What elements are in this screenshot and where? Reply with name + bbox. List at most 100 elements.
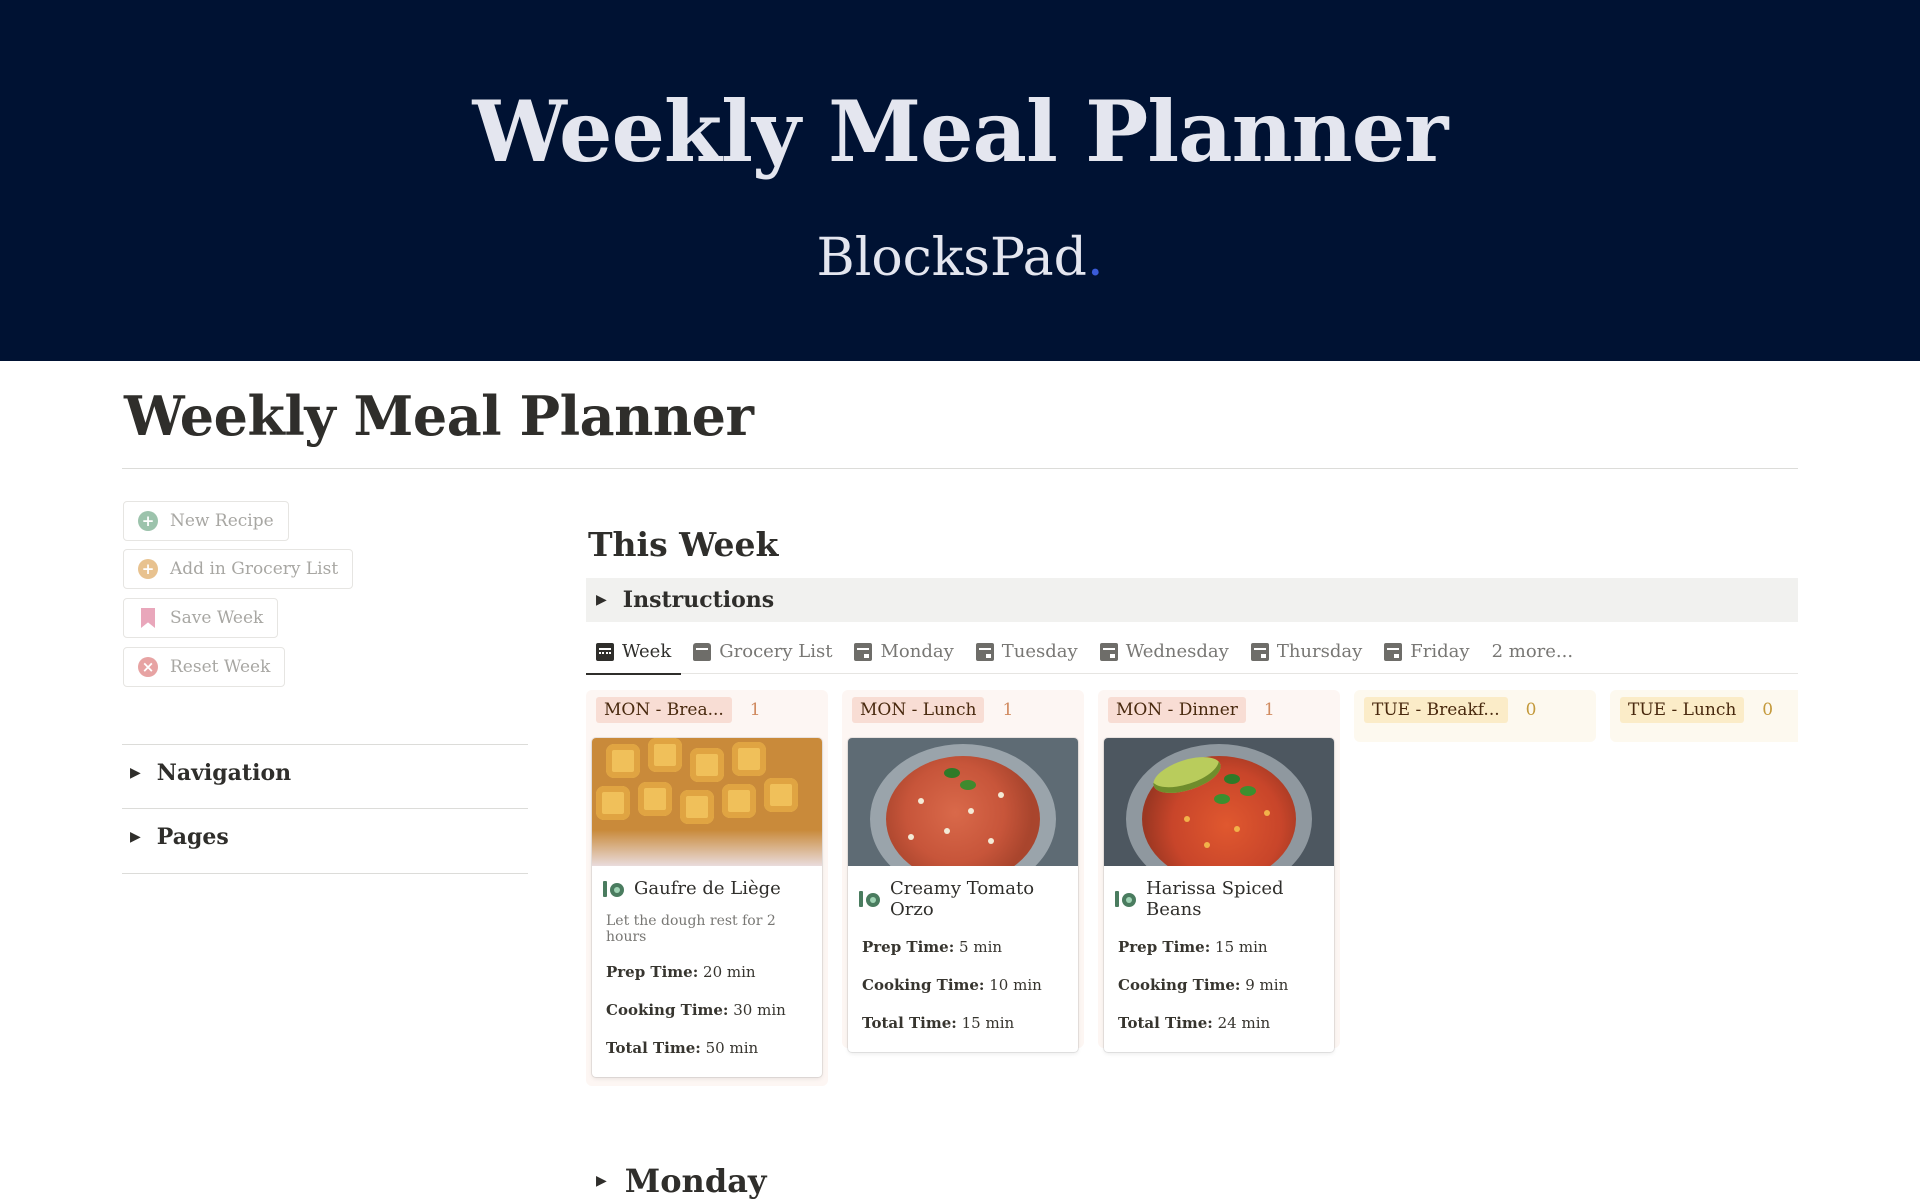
tab-label: Friday bbox=[1410, 641, 1470, 662]
board-column-mon-dinner: MON - Dinner 1 Harissa Spiced Beans Prep… bbox=[1098, 690, 1340, 1052]
calendar-icon bbox=[975, 642, 994, 661]
prop-value: 5 min bbox=[959, 938, 1003, 956]
triangle-right-icon: ▶ bbox=[130, 829, 141, 845]
cover-banner: Weekly Meal Planner BlocksPad. bbox=[0, 0, 1920, 361]
prop-value: 10 min bbox=[989, 976, 1042, 994]
column-tag[interactable]: TUE - Lunch bbox=[1620, 697, 1745, 723]
add-grocery-button[interactable]: + Add in Grocery List bbox=[123, 549, 354, 589]
tab-wednesday[interactable]: Wednesday bbox=[1099, 630, 1229, 674]
recipe-image bbox=[848, 738, 1078, 866]
pages-label: Pages bbox=[156, 824, 229, 850]
column-tag[interactable]: TUE - Breakf... bbox=[1364, 697, 1508, 723]
calendar-grid-icon bbox=[596, 642, 614, 661]
tabs-more-button[interactable]: 2 more... bbox=[1492, 630, 1574, 674]
prop-label: Total Time: bbox=[606, 1039, 701, 1057]
prop-label: Total Time: bbox=[1118, 1014, 1213, 1032]
prep-time: Prep Time: 20 min bbox=[592, 953, 822, 991]
column-tag[interactable]: MON - Brea... bbox=[596, 697, 732, 723]
calendar-icon bbox=[1384, 642, 1403, 661]
recipe-card[interactable]: Harissa Spiced Beans Prep Time: 15 min C… bbox=[1104, 738, 1334, 1052]
brand-dot: . bbox=[1086, 228, 1104, 288]
navigation-label: Navigation bbox=[156, 760, 292, 786]
fork-plate-icon bbox=[858, 889, 880, 909]
recipe-image bbox=[592, 738, 822, 866]
board-column-mon-lunch: MON - Lunch 1 Creamy Tomato Orzo Prep Ti… bbox=[842, 690, 1084, 1052]
prep-time: Prep Time: 5 min bbox=[848, 928, 1078, 966]
prop-value: 15 min bbox=[1215, 938, 1268, 956]
tab-label: 2 more... bbox=[1491, 641, 1574, 662]
column-header: MON - Dinner 1 bbox=[1098, 690, 1340, 730]
tab-label: Grocery List bbox=[719, 641, 833, 662]
navigation-toggle[interactable]: ▶ Navigation bbox=[130, 760, 291, 786]
recipe-card[interactable]: Creamy Tomato Orzo Prep Time: 5 min Cook… bbox=[848, 738, 1078, 1052]
prop-label: Cooking Time: bbox=[862, 976, 985, 994]
recipe-title: Harissa Spiced Beans bbox=[1104, 866, 1334, 924]
column-count: 0 bbox=[1762, 700, 1774, 720]
reset-week-button[interactable]: × Reset Week bbox=[123, 647, 286, 687]
instructions-label: Instructions bbox=[622, 587, 775, 613]
plus-circle-icon: + bbox=[138, 511, 158, 531]
column-tag[interactable]: MON - Dinner bbox=[1108, 697, 1246, 723]
column-count: 1 bbox=[749, 700, 761, 720]
tab-thursday[interactable]: Thursday bbox=[1250, 630, 1363, 674]
monday-toggle[interactable]: ▶ Monday bbox=[596, 1162, 767, 1199]
recipe-note: Let the dough rest for 2 hours bbox=[606, 913, 776, 945]
board-column-tue-lunch: TUE - Lunch 0 bbox=[1610, 690, 1798, 742]
save-week-button[interactable]: Save Week bbox=[123, 598, 279, 638]
prop-value: 20 min bbox=[703, 963, 756, 981]
tab-tuesday[interactable]: Tuesday bbox=[975, 630, 1078, 674]
board-column-tue-breakfast: TUE - Breakf... 0 bbox=[1354, 690, 1596, 742]
monday-heading: Monday bbox=[624, 1162, 767, 1199]
tab-friday[interactable]: Friday bbox=[1384, 630, 1470, 674]
x-circle-icon: × bbox=[138, 657, 158, 677]
divider bbox=[122, 873, 528, 874]
tab-grocery-list[interactable]: Grocery List bbox=[693, 630, 832, 674]
add-grocery-label: Add in Grocery List bbox=[170, 559, 339, 579]
this-week-heading: This Week bbox=[588, 525, 779, 564]
banner-title: Weekly Meal Planner bbox=[472, 82, 1449, 181]
new-recipe-button[interactable]: + New Recipe bbox=[123, 501, 289, 541]
tab-label: Wednesday bbox=[1125, 641, 1229, 662]
column-header: MON - Brea... 1 bbox=[586, 690, 828, 730]
column-count: 1 bbox=[1263, 700, 1275, 720]
tab-week[interactable]: Week bbox=[585, 630, 682, 675]
cooking-time: Cooking Time: 30 min bbox=[592, 991, 822, 1029]
triangle-right-icon: ▶ bbox=[596, 1173, 607, 1189]
recipe-title-text: Creamy Tomato Orzo bbox=[890, 878, 1035, 920]
plus-circle-icon: + bbox=[138, 559, 158, 579]
divider bbox=[122, 808, 528, 809]
column-header: MON - Lunch 1 bbox=[842, 690, 1084, 730]
pages-toggle[interactable]: ▶ Pages bbox=[130, 824, 229, 850]
prop-label: Cooking Time: bbox=[1118, 976, 1241, 994]
recipe-card[interactable]: Gaufre de Liège Let the dough rest for 2… bbox=[592, 738, 822, 1077]
prep-time: Prep Time: 15 min bbox=[1104, 928, 1334, 966]
prop-label: Prep Time: bbox=[606, 963, 699, 981]
column-count: 1 bbox=[1002, 700, 1014, 720]
calendar-icon bbox=[1250, 642, 1269, 661]
brand-logo: BlocksPad. bbox=[0, 228, 1920, 288]
total-time: Total Time: 50 min bbox=[592, 1029, 822, 1067]
divider bbox=[122, 744, 528, 745]
prop-value: 50 min bbox=[705, 1039, 759, 1057]
tab-label: Thursday bbox=[1276, 641, 1363, 662]
shopping-bag-icon bbox=[693, 642, 712, 661]
instructions-toggle[interactable]: ▶ Instructions bbox=[586, 578, 1798, 622]
prop-value: 15 min bbox=[961, 1014, 1015, 1032]
tab-label: Week bbox=[622, 641, 672, 662]
column-tag[interactable]: MON - Lunch bbox=[852, 697, 985, 723]
tab-label: Tuesday bbox=[1001, 641, 1078, 662]
prop-value: 9 min bbox=[1245, 976, 1289, 994]
total-time: Total Time: 15 min bbox=[848, 1004, 1078, 1042]
brand-name: BlocksPad bbox=[816, 228, 1087, 288]
fork-plate-icon bbox=[1114, 889, 1136, 909]
save-week-label: Save Week bbox=[170, 608, 264, 628]
tab-label: Monday bbox=[880, 641, 954, 662]
prop-label: Prep Time: bbox=[1118, 938, 1211, 956]
divider bbox=[122, 468, 1798, 469]
column-header: TUE - Lunch 0 bbox=[1610, 690, 1798, 730]
prop-label: Cooking Time: bbox=[606, 1001, 729, 1019]
reset-week-label: Reset Week bbox=[170, 657, 271, 677]
bookmark-icon bbox=[141, 608, 155, 628]
calendar-icon bbox=[1099, 642, 1118, 661]
tab-monday[interactable]: Monday bbox=[854, 630, 954, 674]
